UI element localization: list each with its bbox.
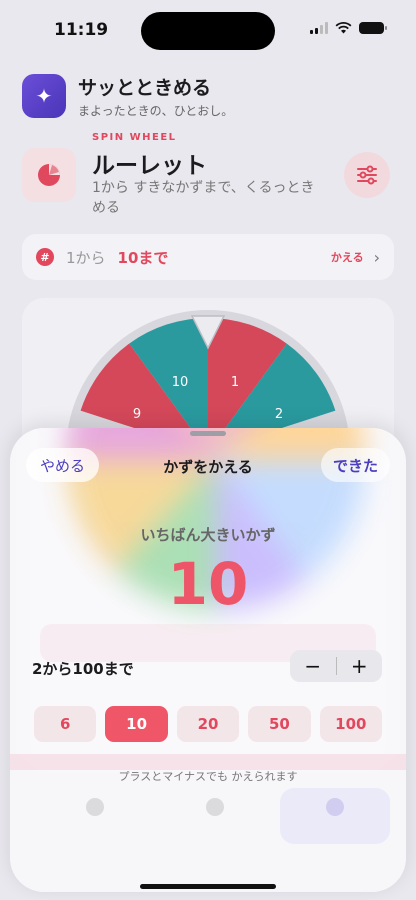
hash-icon: # xyxy=(36,248,54,266)
mode-title: ルーレット xyxy=(92,153,207,179)
decrement-button[interactable]: − xyxy=(290,654,336,678)
preset-row: 6 10 20 50 100 xyxy=(34,706,383,742)
ghost-tab xyxy=(40,788,150,844)
increment-button[interactable]: + xyxy=(337,654,383,678)
status-icons xyxy=(310,22,387,34)
wheel-label-2: 2 xyxy=(275,407,283,422)
max-number-label: いちばん大きいかず xyxy=(140,526,276,544)
signal-icon xyxy=(310,22,328,34)
wheel-label-10: 10 xyxy=(172,375,189,390)
ghost-tab xyxy=(160,788,270,844)
max-number-value: 10 xyxy=(167,550,249,618)
status-time: 11:19 xyxy=(54,20,109,40)
app-subtitle: まよったときの、ひとおし。 xyxy=(78,104,234,118)
done-button[interactable]: できた xyxy=(320,448,390,482)
allowed-range-text: 2から100まで xyxy=(32,660,134,678)
change-number-sheet: やめる かずをかえる できた いちばん大きいかず 10 2から100まで − +… xyxy=(10,428,406,892)
sheet-header: やめる かずをかえる できた xyxy=(10,448,406,482)
ghost-tab-bar xyxy=(40,788,390,848)
settings-button[interactable] xyxy=(344,152,390,198)
preset-10-button[interactable]: 10 xyxy=(105,706,168,742)
range-bar[interactable]: # 1から 10まで かえる › xyxy=(22,234,394,280)
wheel-label-9: 9 xyxy=(133,407,141,422)
chevron-right-icon: › xyxy=(373,247,380,267)
wifi-icon xyxy=(335,22,352,34)
ghost-tab xyxy=(280,788,390,844)
mode-eyebrow: SPIN WHEEL xyxy=(92,132,177,143)
battery-icon xyxy=(359,22,387,34)
pie-chart-icon xyxy=(22,148,76,202)
preset-6-button[interactable]: 6 xyxy=(34,706,97,742)
range-change-label: かえる xyxy=(330,251,364,264)
status-bar: 11:19 xyxy=(0,0,416,60)
home-indicator xyxy=(140,884,276,889)
range-to: 10まで xyxy=(117,248,169,267)
number-stepper: − + xyxy=(290,650,382,682)
preset-100-button[interactable]: 100 xyxy=(319,706,383,742)
mode-description: 1から すきなかずまで、くるっときめる xyxy=(92,180,315,216)
app-header: ✦ サッとときめる まよったときの、ひとおし。 xyxy=(22,73,233,119)
preset-50-button[interactable]: 50 xyxy=(248,706,311,742)
sheet-grabber[interactable] xyxy=(190,431,226,436)
stepper-hint: プラスとマイナスでも かえられます xyxy=(118,770,298,783)
preset-20-button[interactable]: 20 xyxy=(176,706,240,742)
sliders-icon xyxy=(357,165,377,185)
mode-card: SPIN WHEEL ルーレット 1から すきなかずまで、くるっときめる xyxy=(22,130,396,222)
wheel-label-1: 1 xyxy=(231,375,239,390)
sparkles-icon: ✦ xyxy=(22,74,66,118)
range-from: 1から xyxy=(66,248,106,267)
dynamic-island xyxy=(141,12,275,50)
app-title: サッとときめる xyxy=(78,77,212,99)
